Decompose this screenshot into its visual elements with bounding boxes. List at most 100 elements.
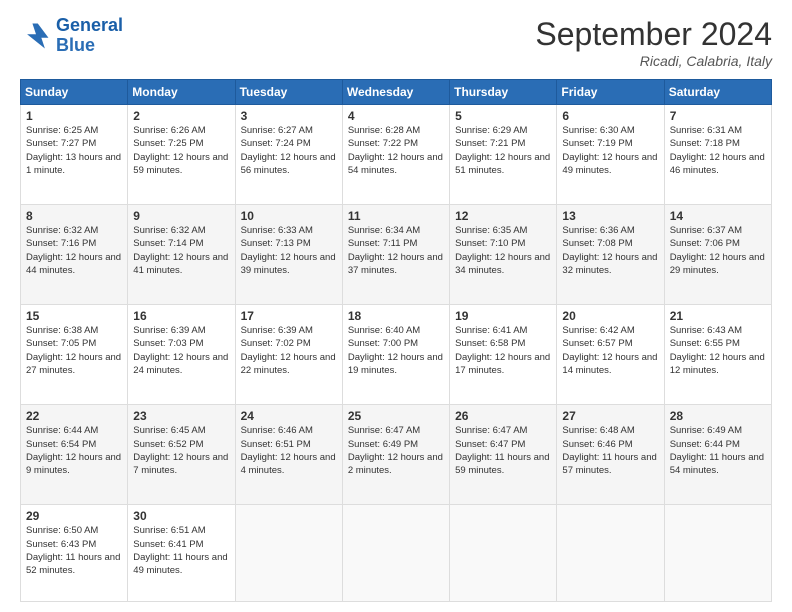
day-number: 27	[562, 409, 658, 423]
day-header-row: SundayMondayTuesdayWednesdayThursdayFrid…	[21, 80, 772, 105]
day-cell: 23 Sunrise: 6:45 AM Sunset: 6:52 PM Dayl…	[128, 405, 235, 505]
week-row-1: 1 Sunrise: 6:25 AM Sunset: 7:27 PM Dayli…	[21, 105, 772, 205]
day-info: Sunrise: 6:38 AM Sunset: 7:05 PM Dayligh…	[26, 324, 122, 377]
day-info: Sunrise: 6:34 AM Sunset: 7:11 PM Dayligh…	[348, 224, 444, 277]
day-info: Sunrise: 6:35 AM Sunset: 7:10 PM Dayligh…	[455, 224, 551, 277]
day-number: 29	[26, 509, 122, 523]
day-cell: 17 Sunrise: 6:39 AM Sunset: 7:02 PM Dayl…	[235, 305, 342, 405]
month-title: September 2024	[535, 16, 772, 53]
location: Ricadi, Calabria, Italy	[535, 53, 772, 69]
day-number: 18	[348, 309, 444, 323]
day-info: Sunrise: 6:45 AM Sunset: 6:52 PM Dayligh…	[133, 424, 229, 477]
day-cell: 24 Sunrise: 6:46 AM Sunset: 6:51 PM Dayl…	[235, 405, 342, 505]
day-number: 16	[133, 309, 229, 323]
day-cell: 7 Sunrise: 6:31 AM Sunset: 7:18 PM Dayli…	[664, 105, 771, 205]
day-number: 22	[26, 409, 122, 423]
logo-text: General Blue	[56, 16, 123, 56]
day-cell: 5 Sunrise: 6:29 AM Sunset: 7:21 PM Dayli…	[450, 105, 557, 205]
day-info: Sunrise: 6:46 AM Sunset: 6:51 PM Dayligh…	[241, 424, 337, 477]
day-number: 8	[26, 209, 122, 223]
day-number: 28	[670, 409, 766, 423]
logo: General Blue	[20, 16, 123, 56]
week-row-3: 15 Sunrise: 6:38 AM Sunset: 7:05 PM Dayl…	[21, 305, 772, 405]
day-cell: 12 Sunrise: 6:35 AM Sunset: 7:10 PM Dayl…	[450, 205, 557, 305]
day-cell: 22 Sunrise: 6:44 AM Sunset: 6:54 PM Dayl…	[21, 405, 128, 505]
week-row-2: 8 Sunrise: 6:32 AM Sunset: 7:16 PM Dayli…	[21, 205, 772, 305]
day-info: Sunrise: 6:30 AM Sunset: 7:19 PM Dayligh…	[562, 124, 658, 177]
day-number: 9	[133, 209, 229, 223]
day-info: Sunrise: 6:48 AM Sunset: 6:46 PM Dayligh…	[562, 424, 658, 477]
week-row-4: 22 Sunrise: 6:44 AM Sunset: 6:54 PM Dayl…	[21, 405, 772, 505]
day-number: 20	[562, 309, 658, 323]
day-info: Sunrise: 6:40 AM Sunset: 7:00 PM Dayligh…	[348, 324, 444, 377]
logo-blue: Blue	[56, 36, 123, 56]
day-number: 19	[455, 309, 551, 323]
day-header-monday: Monday	[128, 80, 235, 105]
day-number: 15	[26, 309, 122, 323]
day-cell: 16 Sunrise: 6:39 AM Sunset: 7:03 PM Dayl…	[128, 305, 235, 405]
day-info: Sunrise: 6:49 AM Sunset: 6:44 PM Dayligh…	[670, 424, 766, 477]
day-number: 26	[455, 409, 551, 423]
day-number: 25	[348, 409, 444, 423]
day-number: 30	[133, 509, 229, 523]
day-number: 13	[562, 209, 658, 223]
day-number: 7	[670, 109, 766, 123]
day-cell	[557, 505, 664, 602]
day-info: Sunrise: 6:33 AM Sunset: 7:13 PM Dayligh…	[241, 224, 337, 277]
day-info: Sunrise: 6:32 AM Sunset: 7:16 PM Dayligh…	[26, 224, 122, 277]
day-header-saturday: Saturday	[664, 80, 771, 105]
day-info: Sunrise: 6:47 AM Sunset: 6:49 PM Dayligh…	[348, 424, 444, 477]
day-cell	[235, 505, 342, 602]
day-number: 23	[133, 409, 229, 423]
logo-general: General	[56, 15, 123, 35]
day-header-wednesday: Wednesday	[342, 80, 449, 105]
day-info: Sunrise: 6:28 AM Sunset: 7:22 PM Dayligh…	[348, 124, 444, 177]
day-info: Sunrise: 6:47 AM Sunset: 6:47 PM Dayligh…	[455, 424, 551, 477]
day-cell: 2 Sunrise: 6:26 AM Sunset: 7:25 PM Dayli…	[128, 105, 235, 205]
day-number: 17	[241, 309, 337, 323]
day-cell: 10 Sunrise: 6:33 AM Sunset: 7:13 PM Dayl…	[235, 205, 342, 305]
day-number: 6	[562, 109, 658, 123]
day-number: 12	[455, 209, 551, 223]
day-number: 4	[348, 109, 444, 123]
week-row-5: 29 Sunrise: 6:50 AM Sunset: 6:43 PM Dayl…	[21, 505, 772, 602]
day-cell: 20 Sunrise: 6:42 AM Sunset: 6:57 PM Dayl…	[557, 305, 664, 405]
day-cell: 14 Sunrise: 6:37 AM Sunset: 7:06 PM Dayl…	[664, 205, 771, 305]
day-header-sunday: Sunday	[21, 80, 128, 105]
day-info: Sunrise: 6:41 AM Sunset: 6:58 PM Dayligh…	[455, 324, 551, 377]
day-info: Sunrise: 6:32 AM Sunset: 7:14 PM Dayligh…	[133, 224, 229, 277]
day-number: 24	[241, 409, 337, 423]
day-info: Sunrise: 6:39 AM Sunset: 7:03 PM Dayligh…	[133, 324, 229, 377]
calendar-table: SundayMondayTuesdayWednesdayThursdayFrid…	[20, 79, 772, 602]
day-info: Sunrise: 6:37 AM Sunset: 7:06 PM Dayligh…	[670, 224, 766, 277]
header: General Blue September 2024 Ricadi, Cala…	[20, 16, 772, 69]
day-cell: 28 Sunrise: 6:49 AM Sunset: 6:44 PM Dayl…	[664, 405, 771, 505]
day-cell: 15 Sunrise: 6:38 AM Sunset: 7:05 PM Dayl…	[21, 305, 128, 405]
day-cell: 26 Sunrise: 6:47 AM Sunset: 6:47 PM Dayl…	[450, 405, 557, 505]
day-cell: 1 Sunrise: 6:25 AM Sunset: 7:27 PM Dayli…	[21, 105, 128, 205]
day-number: 3	[241, 109, 337, 123]
day-cell: 25 Sunrise: 6:47 AM Sunset: 6:49 PM Dayl…	[342, 405, 449, 505]
day-cell: 11 Sunrise: 6:34 AM Sunset: 7:11 PM Dayl…	[342, 205, 449, 305]
day-cell: 18 Sunrise: 6:40 AM Sunset: 7:00 PM Dayl…	[342, 305, 449, 405]
day-cell: 9 Sunrise: 6:32 AM Sunset: 7:14 PM Dayli…	[128, 205, 235, 305]
day-info: Sunrise: 6:42 AM Sunset: 6:57 PM Dayligh…	[562, 324, 658, 377]
day-number: 21	[670, 309, 766, 323]
day-number: 1	[26, 109, 122, 123]
day-header-friday: Friday	[557, 80, 664, 105]
day-number: 5	[455, 109, 551, 123]
day-info: Sunrise: 6:44 AM Sunset: 6:54 PM Dayligh…	[26, 424, 122, 477]
day-cell: 19 Sunrise: 6:41 AM Sunset: 6:58 PM Dayl…	[450, 305, 557, 405]
page: General Blue September 2024 Ricadi, Cala…	[0, 0, 792, 612]
day-header-tuesday: Tuesday	[235, 80, 342, 105]
day-cell	[342, 505, 449, 602]
day-cell: 3 Sunrise: 6:27 AM Sunset: 7:24 PM Dayli…	[235, 105, 342, 205]
day-number: 2	[133, 109, 229, 123]
day-number: 14	[670, 209, 766, 223]
logo-icon	[20, 20, 52, 52]
day-cell: 13 Sunrise: 6:36 AM Sunset: 7:08 PM Dayl…	[557, 205, 664, 305]
day-cell	[664, 505, 771, 602]
day-info: Sunrise: 6:50 AM Sunset: 6:43 PM Dayligh…	[26, 524, 122, 577]
day-cell: 29 Sunrise: 6:50 AM Sunset: 6:43 PM Dayl…	[21, 505, 128, 602]
day-info: Sunrise: 6:43 AM Sunset: 6:55 PM Dayligh…	[670, 324, 766, 377]
